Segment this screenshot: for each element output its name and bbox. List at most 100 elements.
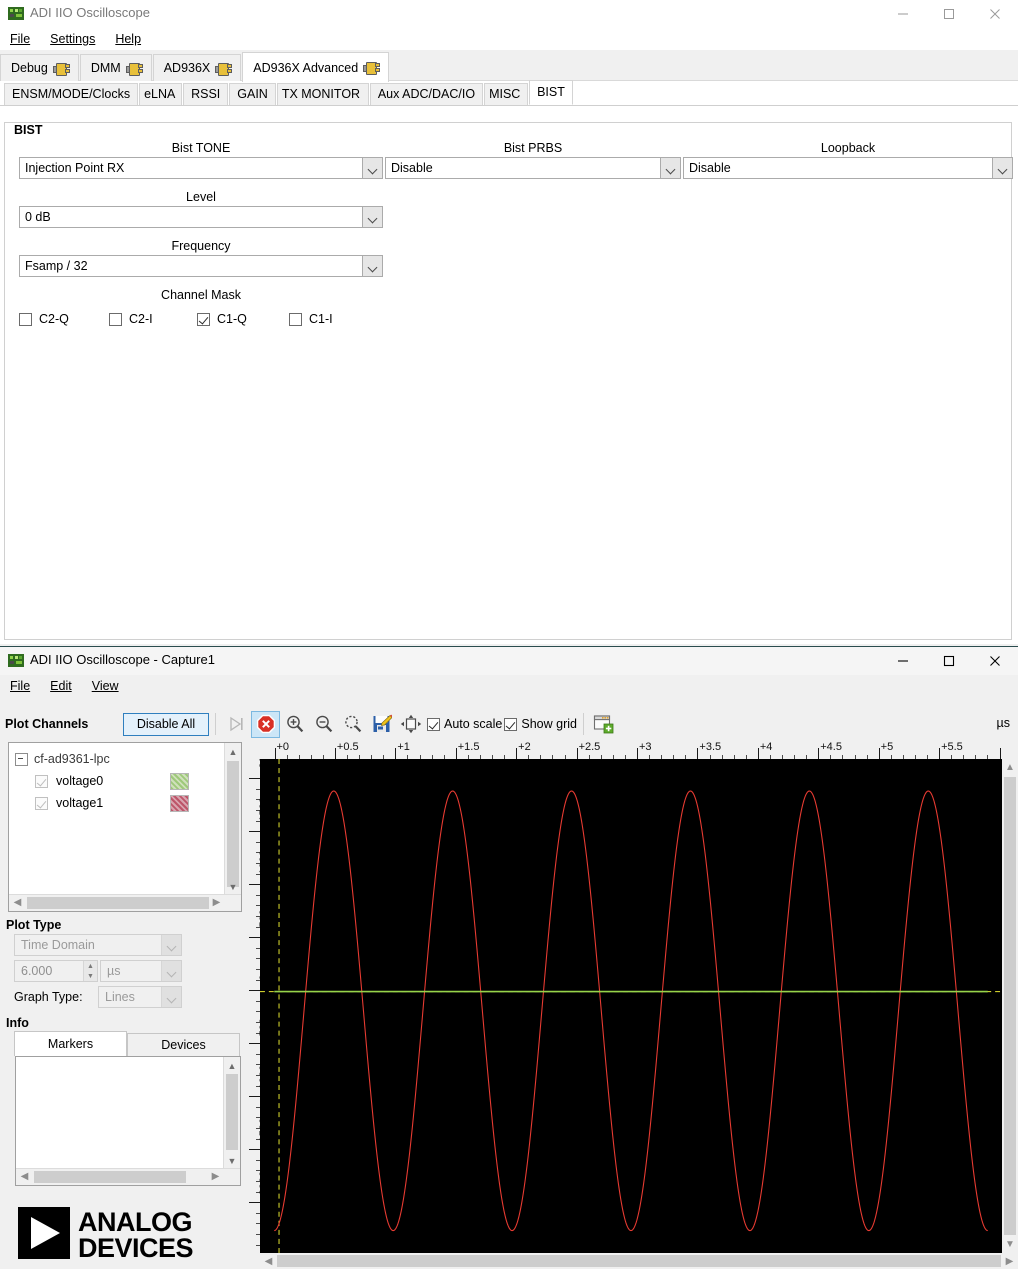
minimize-button[interactable] <box>880 0 926 28</box>
graph-type-select[interactable]: Lines <box>98 986 182 1008</box>
pan-icon[interactable] <box>396 711 425 738</box>
scroll-up-arrow[interactable]: ▲ <box>224 1057 240 1074</box>
tree-channel-row[interactable]: voltage1 <box>9 792 241 814</box>
stop-icon[interactable] <box>251 710 280 738</box>
tree-device-row[interactable]: cf-ad9361-lpc <box>9 748 241 770</box>
collapse-icon[interactable] <box>15 752 28 766</box>
subtab-aux-adc-dac-io[interactable]: Aux ADC/DAC/IO <box>369 83 484 105</box>
scroll-down-arrow[interactable]: ▼ <box>1002 1236 1018 1253</box>
zoom-in-icon[interactable] <box>280 711 309 738</box>
scroll-left-arrow[interactable]: ◀ <box>16 1169 33 1184</box>
channel-color-swatch[interactable] <box>170 772 189 790</box>
tab-dmm[interactable]: DMM <box>79 54 152 81</box>
scroll-right-arrow[interactable]: ▶ <box>207 1169 224 1184</box>
scrollbar-thumb[interactable] <box>226 1074 238 1150</box>
menu-settings[interactable]: Settings <box>48 31 97 47</box>
menu-help[interactable]: Help <box>113 31 143 47</box>
disable-all-button[interactable]: Disable All <box>123 712 209 736</box>
markers-horizontal-scrollbar[interactable]: ◀ ▶ <box>16 1168 240 1185</box>
scroll-up-arrow[interactable]: ▲ <box>225 743 241 760</box>
bist-tone-select[interactable]: Injection Point RX <box>19 157 383 179</box>
tree-horizontal-scrollbar[interactable]: ◀ ▶ <box>9 894 241 911</box>
waveform-canvas[interactable] <box>260 759 1002 1253</box>
menu-edit[interactable]: Edit <box>48 678 74 694</box>
checkbox-c2-i[interactable]: C2-I <box>109 312 197 326</box>
time-unit-select[interactable]: µs <box>100 960 182 982</box>
zoom-out-icon[interactable] <box>309 711 338 738</box>
tab-debug[interactable]: Debug <box>0 54 79 81</box>
subtab-ensm-mode-clocks[interactable]: ENSM/MODE/Clocks <box>4 83 139 105</box>
x-tick <box>334 748 336 759</box>
markers-list[interactable]: ▲ ▼ ◀ ▶ <box>15 1056 241 1186</box>
scroll-down-arrow[interactable]: ▼ <box>225 878 241 895</box>
scroll-left-arrow[interactable]: ◀ <box>260 1253 277 1269</box>
play-next-icon[interactable] <box>222 711 251 738</box>
sample-count-stepper[interactable]: 6.000 ▲ ▼ <box>14 960 98 982</box>
subtab-misc[interactable]: MISC <box>484 83 529 105</box>
tab-devices[interactable]: Devices <box>127 1033 240 1056</box>
channel-color-swatch[interactable] <box>170 794 189 812</box>
auto-scale-checkbox[interactable]: Auto scale <box>427 717 502 731</box>
plot-domain-value: Time Domain <box>21 938 95 952</box>
plot-horizontal-scrollbar[interactable]: ◀ ▶ <box>260 1253 1018 1269</box>
checkbox-c1-i[interactable]: C1-I <box>289 312 333 326</box>
graph-type-label: Graph Type: <box>14 990 83 1004</box>
scrollbar-thumb[interactable] <box>34 1171 186 1183</box>
tree-vertical-scrollbar[interactable]: ▲ ▼ <box>224 743 241 895</box>
level-select[interactable]: 0 dB <box>19 206 383 228</box>
scroll-down-arrow[interactable]: ▼ <box>224 1152 240 1169</box>
scrollbar-thumb[interactable] <box>27 897 209 909</box>
plot-domain-select[interactable]: Time Domain <box>14 934 182 956</box>
checkbox-c2-q[interactable]: C2-Q <box>19 312 109 326</box>
scrollbar-thumb[interactable] <box>277 1255 1001 1267</box>
analog-devices-logo: ANALOG DEVICES <box>18 1205 228 1263</box>
frequency-select[interactable]: Fsamp / 32 <box>19 255 383 277</box>
chevron-down-icon <box>660 158 680 178</box>
checkbox-label: C1-I <box>309 312 333 326</box>
checkbox-box[interactable] <box>35 796 48 810</box>
tab-ad936x[interactable]: AD936X <box>152 54 242 81</box>
stepper-up-icon[interactable]: ▲ <box>83 961 97 971</box>
minimize-button[interactable] <box>880 647 926 675</box>
channel-tree[interactable]: cf-ad9361-lpc voltage0 voltage1 ▲ ▼ ◀ ▶ <box>8 742 242 912</box>
stepper-buttons[interactable]: ▲ ▼ <box>83 961 97 981</box>
scrollbar-thumb[interactable] <box>227 761 239 887</box>
subtab-elna[interactable]: eLNA <box>139 83 183 105</box>
subtab-bist[interactable]: BIST <box>529 80 573 105</box>
subtab-rssi[interactable]: RSSI <box>183 83 229 105</box>
scrollbar-thumb[interactable] <box>1004 777 1016 1235</box>
menu-file[interactable]: File <box>8 678 32 694</box>
loopback-select[interactable]: Disable <box>683 157 1013 179</box>
plot-vertical-scrollbar[interactable]: ▲ ▼ <box>1002 759 1018 1253</box>
menu-file[interactable]: File <box>8 31 32 47</box>
show-grid-checkbox[interactable]: Show grid <box>504 717 577 731</box>
window2-titlebar: ADI IIO Oscilloscope - Capture1 <box>0 647 1018 675</box>
chevron-down-icon <box>362 207 382 227</box>
scroll-right-arrow[interactable]: ▶ <box>208 895 225 910</box>
close-button[interactable] <box>972 0 1018 28</box>
checkbox-c1-q[interactable]: C1-Q <box>197 312 289 326</box>
checkbox-box[interactable] <box>35 774 48 788</box>
tab-markers[interactable]: Markers <box>14 1031 127 1056</box>
zoom-fit-icon[interactable] <box>338 711 367 738</box>
scroll-right-arrow[interactable]: ▶ <box>1001 1253 1018 1269</box>
new-plot-icon[interactable] <box>590 711 619 738</box>
left-pane: cf-ad9361-lpc voltage0 voltage1 ▲ ▼ ◀ ▶ <box>0 740 248 1269</box>
subtab-tx-monitor[interactable]: TX MONITOR <box>276 83 369 105</box>
tree-channel-row[interactable]: voltage0 <box>9 770 241 792</box>
scroll-left-arrow[interactable]: ◀ <box>9 895 26 910</box>
maximize-button[interactable] <box>926 0 972 28</box>
subtab-gain[interactable]: GAIN <box>229 83 276 105</box>
maximize-button[interactable] <box>926 647 972 675</box>
scroll-up-arrow[interactable]: ▲ <box>1002 759 1018 776</box>
y-tick <box>249 831 260 833</box>
stepper-down-icon[interactable]: ▼ <box>83 971 97 981</box>
markers-vertical-scrollbar[interactable]: ▲ ▼ <box>223 1057 240 1169</box>
close-button[interactable] <box>972 647 1018 675</box>
capture-window: ADI IIO Oscilloscope - Capture1 File Edi… <box>0 646 1018 1269</box>
bist-prbs-select[interactable]: Disable <box>385 157 681 179</box>
save-plot-icon[interactable] <box>367 711 396 738</box>
chevron-down-icon <box>161 961 181 981</box>
menu-view[interactable]: View <box>90 678 121 694</box>
tab-ad936x-advanced[interactable]: AD936X Advanced <box>242 52 390 82</box>
